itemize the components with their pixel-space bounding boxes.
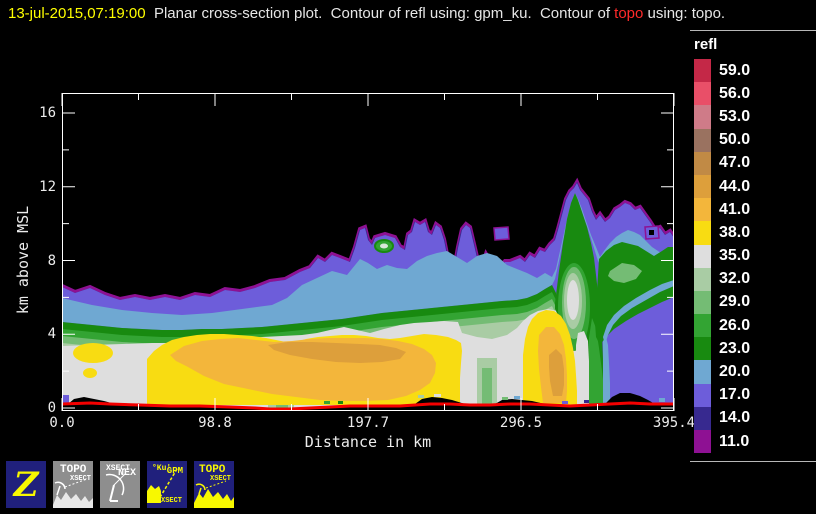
legend-entry: 59.0 [694,59,751,83]
legend-value: 17.0 [719,386,751,404]
x-tick-label: 197.7 [346,415,390,431]
legend-swatch [694,430,711,454]
legend-swatch [694,290,711,315]
legend-value: 41.0 [719,200,751,218]
legend-entry: 20.0 [694,360,751,384]
legend-value: 20.0 [719,363,751,381]
x-axis-title: Distance in km [304,433,432,451]
legend-entry: 26.0 [694,314,751,338]
legend-swatch [694,198,711,222]
legend-entry: 11.0 [694,430,750,454]
legend-value: 47.0 [719,154,751,172]
legend-value: 23.0 [719,339,751,357]
legend-title: refl [694,36,718,53]
y-axis-title: km above MSL [14,205,32,315]
zebra-logo-button[interactable]: Z [4,459,48,510]
toolbar: Z TOPO XSECT XSECT NEX °Ku' GPM XSECT TO… [4,459,236,510]
legend-swatch [694,174,711,199]
legend-swatch [694,151,711,175]
timestamp: 13-jul-2015,07:19:00 [8,5,146,22]
legend-value: 26.0 [719,316,751,334]
legend-entry: 23.0 [694,337,751,361]
cross-section-plot [61,93,675,411]
xsect-nex-button[interactable]: XSECT NEX [98,459,142,510]
title-topo-word: topo [614,5,644,22]
legend-value: 44.0 [719,177,751,195]
app-window: 13-jul-2015,07:19:00 Planar cross-sectio… [0,0,816,514]
legend-value: 56.0 [719,84,751,102]
gpm-beam-icon [147,468,178,503]
legend-entry: 56.0 [694,82,751,106]
legend-swatch [694,267,711,291]
topo-xsect-button[interactable]: TOPO XSECT [51,459,95,510]
legend-swatch [694,314,711,338]
legend-value: 29.0 [719,293,751,311]
x-tick-label: 98.8 [198,415,232,431]
legend-value: 59.0 [719,61,751,79]
topo-mountains-icon [53,478,93,508]
legend-entry: 32.0 [694,267,751,291]
legend-value: 35.0 [719,247,751,265]
title-text: Planar cross-section plot. Contour of re… [145,5,615,22]
legend-value: 53.0 [719,107,751,125]
legend-swatch [694,406,711,430]
legend-entry: 14.0 [694,406,751,430]
legend-value: 11.0 [719,432,750,450]
legend-value: 32.0 [719,270,751,288]
legend-entry: 29.0 [694,290,751,315]
legend-swatch [694,383,711,407]
y-tick-label: 0 [47,400,56,416]
legend-entry: 50.0 [694,128,751,152]
color-legend: 59.0 56.0 53.0 50.0 47.0 44.0 41.0 38.0 35.0 32.0… [694,59,751,454]
legend-value: 14.0 [719,409,751,427]
legend-bottom-divider [690,461,816,462]
legend-entry: 41.0 [694,198,751,222]
legend-value: 50.0 [719,131,751,149]
legend-swatch [694,337,711,361]
legend-swatch [694,360,711,384]
legend-swatch [694,82,711,106]
legend-swatch [694,244,711,268]
x-tick-label: 0.0 [49,415,75,431]
legend-entry: 53.0 [694,105,751,129]
legend-entry: 35.0 [694,244,751,268]
legend-entry: 38.0 [694,221,751,245]
legend-top-divider [690,30,816,31]
x-tick-label: 296.5 [499,415,543,431]
legend-swatch [694,221,711,245]
legend-entry: 17.0 [694,383,751,407]
ku-gpm-xsect-button[interactable]: °Ku' GPM XSECT [145,459,189,510]
legend-swatch [694,105,711,129]
legend-swatch [694,128,711,152]
yellow-mountains-icon [194,480,234,508]
legend-value: 38.0 [719,223,751,241]
legend-entry: 44.0 [694,174,751,199]
radar-dish-icon [105,472,127,502]
zebra-z-icon: Z [13,464,39,505]
legend-swatch [694,59,711,83]
legend-entry: 47.0 [694,151,751,175]
y-tick-label: 16 [39,105,56,121]
title-bar: 13-jul-2015,07:19:00 Planar cross-sectio… [8,5,725,22]
title-text-tail: using: topo. [643,5,726,22]
topo-xsect-yellow-button[interactable]: TOPO XSECT [192,459,236,510]
